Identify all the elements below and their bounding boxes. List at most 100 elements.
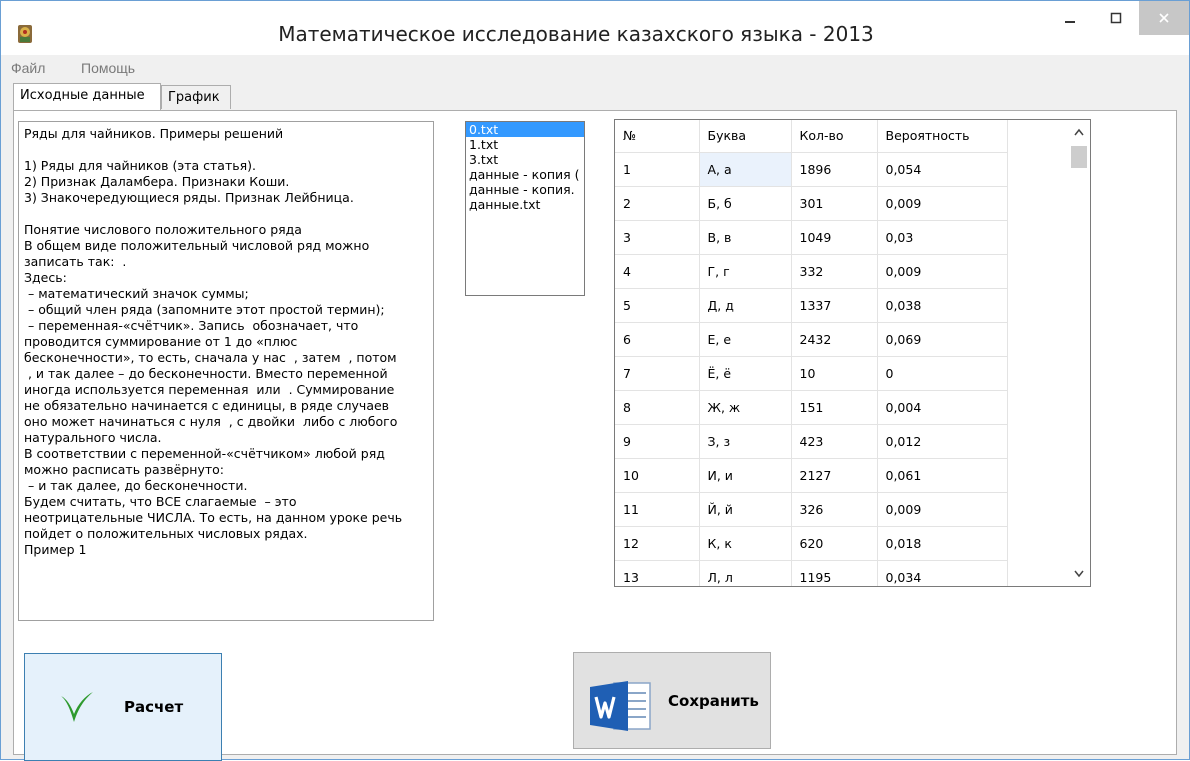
cell-count[interactable]: 301 [791,186,878,221]
cell-letter[interactable]: Б, б [699,186,792,221]
file-list-item[interactable]: 3.txt [466,152,584,167]
table-row[interactable]: 11 Й, й 326 0,009 [615,492,1008,527]
cell-probability[interactable]: 0 [877,356,1008,391]
cell-count[interactable]: 326 [791,492,878,527]
cell-count[interactable]: 151 [791,390,878,425]
cell-count[interactable]: 332 [791,254,878,289]
cell-count[interactable]: 1195 [791,560,878,586]
cell-probability[interactable]: 0,03 [877,220,1008,255]
cell-count[interactable]: 1049 [791,220,878,255]
file-list-item[interactable]: 0.txt [466,122,584,137]
file-list-item[interactable]: данные - копия. [466,182,584,197]
file-list-item[interactable]: данные - копия ( [466,167,584,182]
column-header-probability[interactable]: Вероятность [877,120,1008,153]
table-row[interactable]: 6 Е, е 2432 0,069 [615,322,1008,357]
cell-number[interactable]: 8 [615,390,700,425]
table-row[interactable]: 1 А, а 1896 0,054 [615,151,1008,187]
minimize-button[interactable] [1047,1,1093,35]
cell-probability[interactable]: 0,061 [877,458,1008,493]
cell-letter[interactable]: К, к [699,526,792,561]
cell-count[interactable]: 2432 [791,322,878,357]
cell-number[interactable]: 3 [615,220,700,255]
source-text-box[interactable]: Ряды для чайников. Примеры решений 1) Ряд… [18,121,434,621]
cell-count[interactable]: 423 [791,424,878,459]
cell-letter[interactable]: Ж, ж [699,390,792,425]
cell-number[interactable]: 2 [615,186,700,221]
table-row[interactable]: 13 Л, л 1195 0,034 [615,560,1008,586]
calculate-button[interactable]: Расчет [24,653,222,761]
table-row[interactable]: 9 З, з 423 0,012 [615,424,1008,459]
cell-probability[interactable]: 0,034 [877,560,1008,586]
cell-number[interactable]: 4 [615,254,700,289]
save-button[interactable]: Сохранить [573,652,771,749]
cell-letter[interactable]: Д, д [699,288,792,323]
table-row[interactable]: 5 Д, д 1337 0,038 [615,288,1008,323]
calculate-label: Расчет [124,698,184,716]
cell-probability[interactable]: 0,069 [877,322,1008,357]
letter-frequency-grid[interactable]: № Буква Кол-во Вероятность 1 А, а 1896 0,05… [614,119,1091,587]
cell-probability[interactable]: 0,009 [877,186,1008,221]
scroll-thumb[interactable] [1071,146,1087,168]
cell-number[interactable]: 1 [615,152,700,187]
table-row[interactable]: 7 Ё, ё 10 0 [615,356,1008,391]
text-line: – математический значок суммы; [24,286,249,301]
cell-count[interactable]: 10 [791,356,878,391]
cell-count[interactable]: 1896 [791,152,878,187]
cell-number[interactable]: 5 [615,288,700,323]
file-list[interactable]: 0.txt 1.txt 3.txt данные - копия (данные - … [465,121,585,296]
cell-number[interactable]: 9 [615,424,700,459]
cell-count[interactable]: 2127 [791,458,878,493]
cell-letter[interactable]: В, в [699,220,792,255]
cell-number[interactable]: 13 [615,560,700,586]
cell-probability[interactable]: 0,054 [877,152,1008,187]
cell-letter[interactable]: Ё, ё [699,356,792,391]
cell-probability[interactable]: 0,018 [877,526,1008,561]
cell-letter[interactable]: И, и [699,458,792,493]
save-label: Сохранить [668,692,759,710]
cell-probability[interactable]: 0,009 [877,254,1008,289]
cell-count[interactable]: 620 [791,526,878,561]
text-line: , и так далее – до бесконечности. Вместо… [24,366,388,381]
table-row[interactable]: 10 И, и 2127 0,061 [615,458,1008,493]
cell-letter[interactable]: З, з [699,424,792,459]
frequency-table: № Буква Кол-во Вероятность 1 А, а 1896 0,05… [615,120,1008,586]
table-row[interactable]: 4 Г, г 332 0,009 [615,254,1008,289]
table-row[interactable]: 3 В, в 1049 0,03 [615,220,1008,255]
tab-source-data[interactable]: Исходные данные [13,83,161,110]
maximize-button[interactable] [1093,1,1139,35]
cell-number[interactable]: 6 [615,322,700,357]
scroll-down-button[interactable] [1068,564,1090,584]
table-row[interactable]: 12 К, к 620 0,018 [615,526,1008,561]
cell-letter[interactable]: Г, г [699,254,792,289]
text-line [24,206,428,222]
title-bar[interactable]: Математическое исследование казахского я… [1,1,1189,55]
cell-probability[interactable]: 0,004 [877,390,1008,425]
cell-probability[interactable]: 0,038 [877,288,1008,323]
column-header-letter[interactable]: Буква [699,120,792,153]
cell-number[interactable]: 7 [615,356,700,391]
cell-letter[interactable]: Й, й [699,492,792,527]
cell-letter[interactable]: А, а [698,151,792,187]
table-row[interactable]: 8 Ж, ж 151 0,004 [615,390,1008,425]
menu-file[interactable]: Файл [11,60,45,76]
tab-chart[interactable]: График [161,85,231,109]
cell-probability[interactable]: 0,009 [877,492,1008,527]
menu-help[interactable]: Помощь [81,60,135,76]
cell-probability[interactable]: 0,012 [877,424,1008,459]
cell-number[interactable]: 12 [615,526,700,561]
close-button[interactable] [1139,1,1189,35]
cell-number[interactable]: 10 [615,458,700,493]
column-header-number[interactable]: № [615,120,700,153]
table-row[interactable]: 2 Б, б 301 0,009 [615,186,1008,221]
file-list-item[interactable]: 1.txt [466,137,584,152]
grid-vertical-scrollbar[interactable] [1068,120,1090,586]
cell-letter[interactable]: Л, л [699,560,792,586]
scroll-up-button[interactable] [1068,122,1090,142]
cell-count[interactable]: 1337 [791,288,878,323]
text-line [24,142,428,158]
text-line: Пример 1 [24,542,87,557]
file-list-item[interactable]: данные.txt [466,197,584,212]
cell-number[interactable]: 11 [615,492,700,527]
column-header-count[interactable]: Кол-во [791,120,878,153]
cell-letter[interactable]: Е, е [699,322,792,357]
